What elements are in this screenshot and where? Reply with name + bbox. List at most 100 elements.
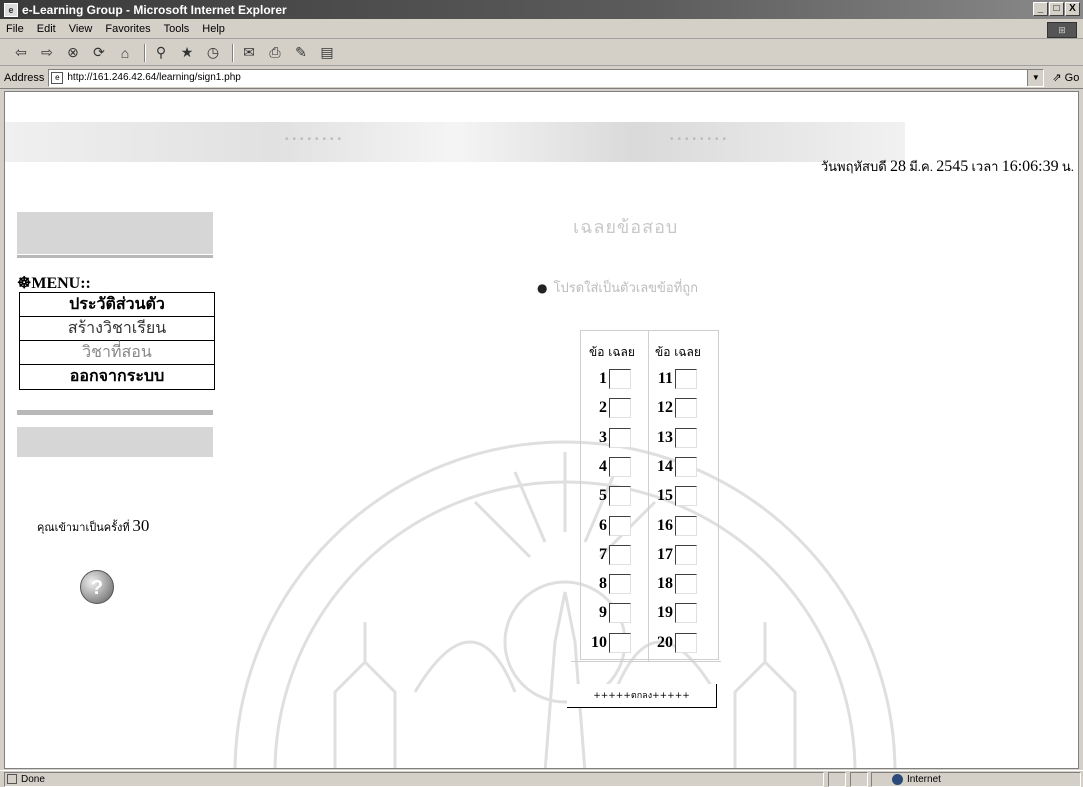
page-viewport: •••••••• •••••••• วันพฤหัสบดี 28 มี.ค. 2… (4, 91, 1079, 769)
answer-row: 17 (651, 544, 697, 565)
sidebar-divider (17, 410, 213, 415)
page-title: เฉลยข้อสอบ (573, 217, 679, 238)
answer-input[interactable] (609, 632, 631, 653)
maximize-button[interactable]: □ (1049, 2, 1064, 16)
answer-input[interactable] (675, 486, 697, 507)
answer-input[interactable] (609, 574, 631, 595)
menu-help[interactable]: Help (202, 23, 225, 35)
answer-row: 16 (651, 515, 697, 536)
visit-count: 30 (132, 516, 150, 535)
visit-counter: คุณเข้ามาเป็นครั้งที่ 30 (37, 516, 150, 535)
go-button[interactable]: ⇗ Go (1052, 71, 1079, 84)
answer-input[interactable] (609, 486, 631, 507)
banner-decoration: •••••••• (285, 134, 346, 145)
menu-item-logout[interactable]: ออกจากระบบ (20, 365, 214, 389)
column-header-right: ข้อ เฉลย (655, 345, 701, 359)
menu-edit[interactable]: Edit (37, 23, 56, 35)
question-number: 2 (599, 399, 607, 417)
go-arrow-icon: ⇗ (1052, 72, 1062, 84)
menu-item-profile[interactable]: ประวัติส่วนตัว (20, 293, 214, 317)
answer-input[interactable] (609, 398, 631, 419)
answer-row: 7 (585, 544, 631, 565)
question-number: 17 (657, 545, 673, 563)
time-suffix: น. (1061, 159, 1074, 174)
answer-input[interactable] (675, 574, 697, 595)
answer-table: ข้อ เฉลย ข้อ เฉลย 1 2 3 4 5 6 7 8 9 10 11 12 13 14 15… (580, 330, 719, 661)
answer-input[interactable] (675, 603, 697, 624)
discuss-icon[interactable]: ▤ (316, 43, 338, 63)
back-icon[interactable]: ⇦ (10, 43, 32, 63)
answer-input[interactable] (675, 632, 697, 653)
print-icon[interactable]: ⎙ (264, 43, 286, 63)
question-number: 9 (599, 604, 607, 622)
answer-input[interactable] (675, 427, 697, 448)
date-month: มี.ค. (909, 159, 933, 174)
forward-icon[interactable]: ⇨ (36, 43, 58, 63)
submit-button[interactable]: +++++ตกลง+++++ (567, 684, 717, 708)
answer-input[interactable] (609, 603, 631, 624)
address-input[interactable]: e http://161.246.42.64/learning/sign1.ph… (48, 68, 1045, 87)
answer-input[interactable] (675, 544, 697, 565)
menu-file[interactable]: File (6, 23, 24, 35)
answer-input[interactable] (609, 515, 631, 536)
answer-row: 2 (585, 398, 631, 419)
answer-row: 10 (585, 632, 631, 653)
column-divider (648, 331, 649, 661)
answer-input[interactable] (609, 369, 631, 389)
banner-decoration: •••••••• (670, 134, 731, 145)
menu-view[interactable]: View (69, 23, 93, 35)
menu-item-taught-courses[interactable]: วิชาที่สอน (20, 341, 214, 365)
day-name: วันพฤหัสบดี (820, 159, 887, 174)
instruction-text: ● โปรดใส่เป็นตัวเลขข้อที่ถูก (537, 281, 699, 296)
window-titlebar: e e-Learning Group - Microsoft Internet … (0, 0, 1083, 19)
close-button[interactable]: X (1065, 2, 1080, 16)
home-icon[interactable]: ⌂ (114, 43, 136, 63)
time-value: 16:06:39 (1001, 158, 1059, 175)
answer-input[interactable] (675, 456, 697, 477)
sidebar-decoration (17, 427, 213, 457)
minimize-button[interactable]: _ (1033, 2, 1048, 16)
refresh-icon[interactable]: ⟳ (88, 43, 110, 63)
answer-input[interactable] (609, 456, 631, 477)
menu-heading: ☸MENU:: (17, 275, 91, 292)
menu-tools[interactable]: Tools (164, 23, 190, 35)
answer-input[interactable] (675, 515, 697, 536)
menu-bar: File Edit View Favorites Tools Help (0, 19, 1083, 39)
answer-input[interactable] (675, 369, 697, 389)
question-number: 20 (657, 633, 673, 651)
globe-icon (892, 773, 903, 785)
ie-icon: e (4, 2, 18, 17)
history-icon[interactable]: ◷ (202, 43, 224, 63)
answer-row: 6 (585, 515, 631, 536)
mail-icon[interactable]: ✉ (238, 43, 260, 63)
edit-icon[interactable]: ✎ (290, 43, 312, 63)
window-controls: _ □ X (1033, 2, 1080, 16)
question-number: 6 (599, 516, 607, 534)
date-time: วันพฤหัสบดี 28 มี.ค. 2545 เวลา 16:06:39 … (821, 156, 1074, 177)
question-number: 3 (599, 428, 607, 446)
favorites-icon[interactable]: ★ (176, 43, 198, 63)
answer-input[interactable] (609, 427, 631, 448)
question-number: 13 (657, 428, 673, 446)
answer-row: 14 (651, 456, 697, 477)
help-icon[interactable]: ? (80, 570, 114, 604)
column-header-left: ข้อ เฉลย (589, 345, 635, 359)
answer-input[interactable] (609, 544, 631, 565)
search-icon[interactable]: ⚲ (150, 43, 172, 63)
answer-row: 18 (651, 574, 697, 595)
question-number: 15 (657, 487, 673, 505)
menu-favorites[interactable]: Favorites (105, 23, 150, 35)
question-number: 12 (657, 399, 673, 417)
status-text: Done (21, 773, 45, 785)
header-banner (5, 122, 905, 162)
address-bar: Address e http://161.246.42.64/learning/… (0, 67, 1083, 89)
time-prefix: เวลา (971, 159, 999, 174)
answer-row: 12 (651, 398, 697, 419)
answer-row: 19 (651, 603, 697, 624)
question-number: 19 (657, 604, 673, 622)
stop-icon[interactable]: ⊗ (62, 43, 84, 63)
chevron-down-icon[interactable]: ▼ (1027, 69, 1044, 86)
date-day: 28 (889, 158, 906, 175)
answer-input[interactable] (675, 398, 697, 419)
menu-item-create-course[interactable]: สร้างวิชาเรียน (20, 317, 214, 341)
